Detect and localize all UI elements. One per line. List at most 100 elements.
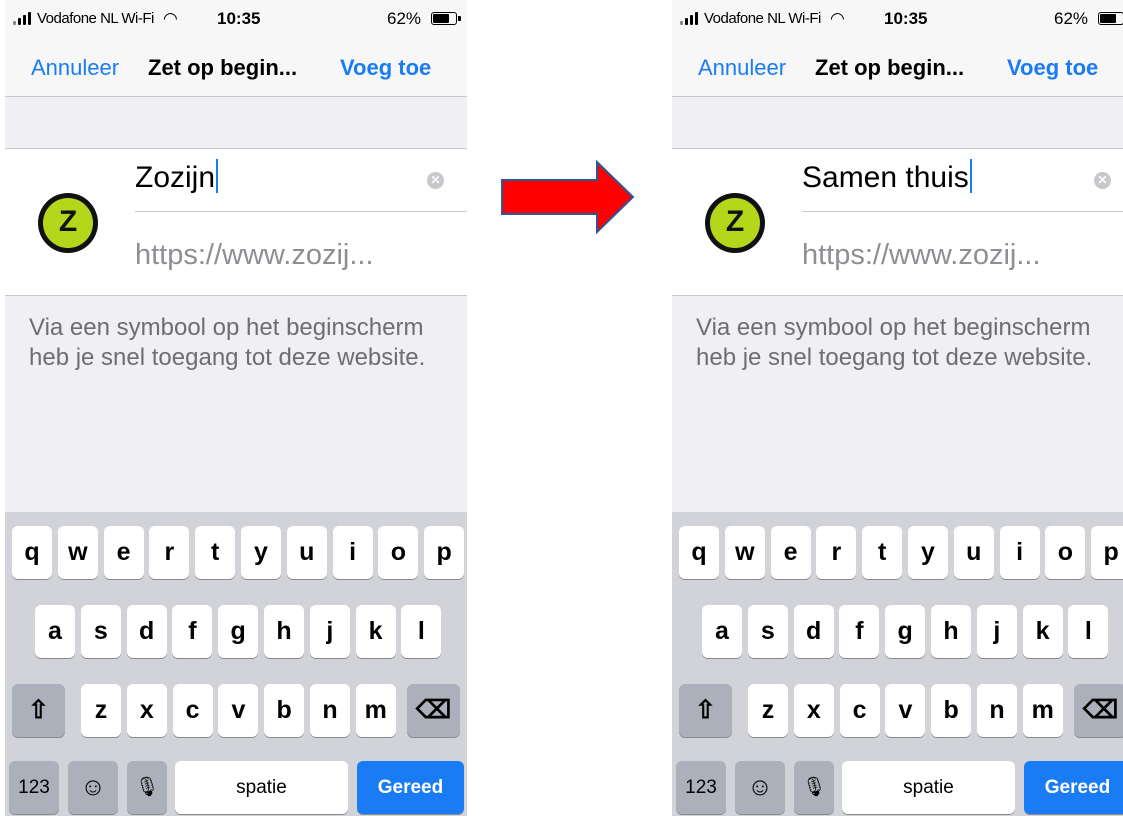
key-n[interactable]: n xyxy=(977,684,1017,737)
key-l[interactable]: l xyxy=(1068,605,1109,658)
signal-icon xyxy=(680,12,704,25)
key-z[interactable]: z xyxy=(748,684,788,737)
key-x[interactable]: x xyxy=(126,684,167,737)
emoji-key[interactable]: ☺ xyxy=(735,761,785,814)
numbers-key[interactable]: 123 xyxy=(676,761,726,814)
key-q[interactable]: q xyxy=(12,526,52,579)
site-logo-letter: Z xyxy=(58,205,78,238)
key-f[interactable]: f xyxy=(172,605,213,658)
key-i[interactable]: i xyxy=(999,526,1040,579)
signal-icon xyxy=(13,12,37,25)
key-p[interactable]: p xyxy=(424,526,465,579)
key-s[interactable]: s xyxy=(747,605,788,658)
key-s[interactable]: s xyxy=(80,605,121,658)
battery-icon xyxy=(1098,12,1123,25)
bookmark-name-input[interactable]: Zozijn xyxy=(135,159,219,195)
key-a[interactable]: a xyxy=(35,605,75,658)
add-button[interactable]: Voeg toe xyxy=(1007,55,1098,81)
done-key[interactable]: Gereed xyxy=(357,761,464,814)
description-text: Via een symbool op het beginscherm heb j… xyxy=(696,314,1093,371)
key-r[interactable]: r xyxy=(149,526,190,579)
key-t[interactable]: t xyxy=(862,526,903,579)
key-w[interactable]: w xyxy=(724,526,765,579)
key-q[interactable]: q xyxy=(679,526,719,579)
phone-screen-after: Vodafone NL Wi-Fi ◠ 10:35 62% Annuleer Z… xyxy=(672,0,1123,816)
wifi-icon: ◠ xyxy=(163,9,178,28)
key-o[interactable]: o xyxy=(1045,526,1086,579)
description-text: Via een symbool op het beginscherm heb j… xyxy=(29,314,426,371)
numbers-key[interactable]: 123 xyxy=(9,761,59,814)
key-g[interactable]: g xyxy=(218,605,259,658)
clear-text-icon[interactable]: ✕ xyxy=(427,172,444,189)
key-m[interactable]: m xyxy=(355,684,396,737)
add-button[interactable]: Voeg toe xyxy=(340,55,431,81)
status-bar: Vodafone NL Wi-Fi ◠ 10:35 62% xyxy=(672,0,1123,38)
key-y[interactable]: y xyxy=(908,526,948,579)
key-g[interactable]: g xyxy=(885,605,926,658)
text-cursor xyxy=(969,159,972,193)
key-f[interactable]: f xyxy=(839,605,880,658)
bookmark-card: Z Zozijn ✕ https://www.zozij... xyxy=(5,148,467,296)
bookmark-name-value: Samen thuis xyxy=(802,161,969,194)
cancel-button[interactable]: Annuleer xyxy=(31,55,119,81)
arrow-right-icon xyxy=(501,160,635,235)
bookmark-url: https://www.zozij... xyxy=(802,239,1041,271)
cancel-button[interactable]: Annuleer xyxy=(698,55,786,81)
battery-percentage: 62% xyxy=(1054,9,1089,28)
keyboard: q w e r t y u i o p a s d f g h j k l ⇧ z x c v b n m ⌫ 123 ☺ 🎙 spatie G… xyxy=(672,512,1123,816)
key-w[interactable]: w xyxy=(57,526,98,579)
backspace-key[interactable]: ⌫ xyxy=(1074,684,1123,737)
key-u[interactable]: u xyxy=(953,526,994,579)
key-a[interactable]: a xyxy=(702,605,742,658)
backspace-key[interactable]: ⌫ xyxy=(407,684,460,737)
key-o[interactable]: o xyxy=(378,526,419,579)
key-v[interactable]: v xyxy=(218,684,259,737)
key-e[interactable]: e xyxy=(770,526,811,579)
space-key[interactable]: spatie xyxy=(842,761,1015,814)
key-p[interactable]: p xyxy=(1091,526,1123,579)
key-i[interactable]: i xyxy=(332,526,373,579)
divider xyxy=(135,211,467,212)
key-b[interactable]: b xyxy=(931,684,972,737)
carrier-label: Vodafone NL Wi-Fi xyxy=(37,10,154,27)
navigation-bar: Annuleer Zet op begin... Voeg toe xyxy=(5,38,467,97)
space-key[interactable]: spatie xyxy=(175,761,348,814)
key-k[interactable]: k xyxy=(1022,605,1063,658)
phone-screen-before: Vodafone NL Wi-Fi ◠ 10:35 62% Annuleer Z… xyxy=(5,0,467,816)
page-title: Zet op begin... xyxy=(148,55,298,80)
key-v[interactable]: v xyxy=(885,684,926,737)
done-key[interactable]: Gereed xyxy=(1024,761,1123,814)
key-n[interactable]: n xyxy=(310,684,350,737)
key-t[interactable]: t xyxy=(195,526,236,579)
key-k[interactable]: k xyxy=(355,605,396,658)
battery-icon xyxy=(431,12,461,25)
status-bar: Vodafone NL Wi-Fi ◠ 10:35 62% xyxy=(5,0,467,38)
key-l[interactable]: l xyxy=(401,605,442,658)
bookmark-name-input[interactable]: Samen thuis xyxy=(802,159,972,195)
key-b[interactable]: b xyxy=(264,684,305,737)
battery-percentage: 62% xyxy=(387,9,422,28)
key-y[interactable]: y xyxy=(241,526,281,579)
key-d[interactable]: d xyxy=(793,605,834,658)
key-h[interactable]: h xyxy=(931,605,971,658)
key-c[interactable]: c xyxy=(172,684,213,737)
key-j[interactable]: j xyxy=(309,605,350,658)
shift-key[interactable]: ⇧ xyxy=(679,684,732,737)
site-logo-letter: Z xyxy=(725,205,745,238)
shift-key[interactable]: ⇧ xyxy=(12,684,65,737)
key-r[interactable]: r xyxy=(816,526,857,579)
key-m[interactable]: m xyxy=(1022,684,1063,737)
key-c[interactable]: c xyxy=(839,684,880,737)
key-h[interactable]: h xyxy=(264,605,304,658)
microphone-key[interactable]: 🎙 xyxy=(127,761,167,814)
key-z[interactable]: z xyxy=(81,684,121,737)
key-j[interactable]: j xyxy=(976,605,1017,658)
microphone-key[interactable]: 🎙 xyxy=(794,761,834,814)
clear-text-icon[interactable]: ✕ xyxy=(1094,172,1111,189)
key-x[interactable]: x xyxy=(793,684,834,737)
key-u[interactable]: u xyxy=(286,526,327,579)
emoji-key[interactable]: ☺ xyxy=(68,761,118,814)
key-d[interactable]: d xyxy=(126,605,167,658)
key-e[interactable]: e xyxy=(103,526,144,579)
divider xyxy=(802,211,1123,212)
